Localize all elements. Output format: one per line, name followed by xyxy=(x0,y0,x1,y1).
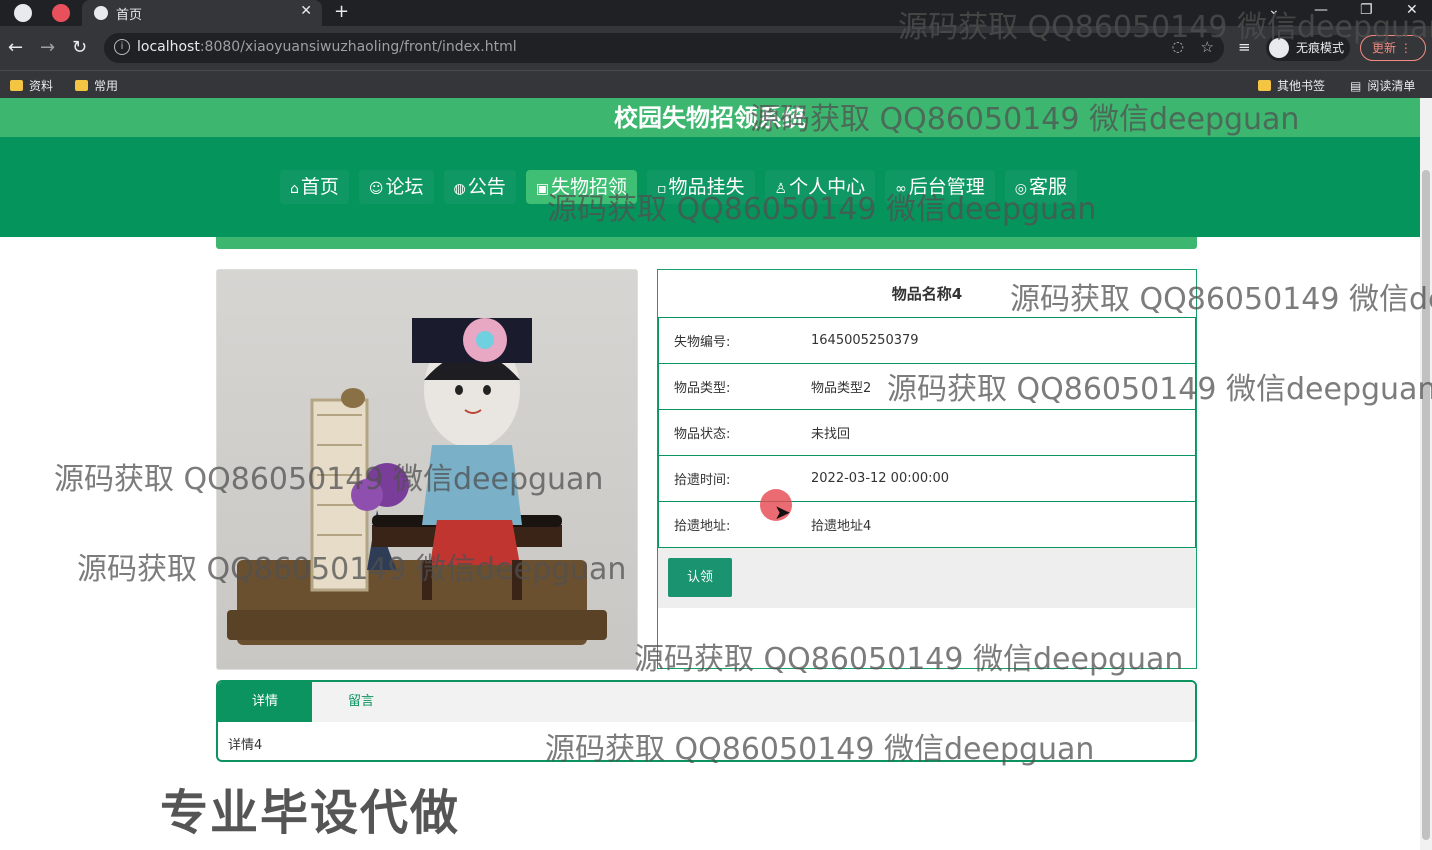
bookmark-label: 其他书签 xyxy=(1277,79,1326,93)
bookmark-label: 阅读清单 xyxy=(1367,79,1416,93)
web-page: 校园失物招领系统 ⌂ 首页 ☺ 论坛 ◍ 公告 ▣ 失物招领 ▫ 物品挂失 ♙ 个人中心 ∞… xyxy=(0,98,1420,850)
url-bar[interactable]: i localhost:8080/xiaoyuansiwuzhaoling/fr… xyxy=(104,33,1224,63)
row-value: 2022-03-12 00:00:00 xyxy=(811,471,950,486)
browser-tab[interactable]: 首页 ✕ xyxy=(82,0,322,26)
item-photo-figurine xyxy=(227,318,607,645)
home-icon: ⌂ xyxy=(290,181,299,197)
row-value: 物品类型2 xyxy=(811,381,872,396)
banner-strip xyxy=(216,237,1197,249)
nav-label: 论坛 xyxy=(385,176,424,198)
row-label: 拾遗时间: xyxy=(674,473,731,488)
row-label: 物品状态: xyxy=(674,427,731,442)
info-icon[interactable]: i xyxy=(114,39,130,55)
bookmark-label: 常用 xyxy=(94,79,119,93)
page-scrollbar[interactable] xyxy=(1420,98,1432,850)
item-detail-card: 物品名称4 失物编号: 1645005250379 物品类型: 物品类型2 物品状态… xyxy=(657,269,1197,669)
nav-label: 失物招领 xyxy=(551,176,628,198)
folder-icon xyxy=(75,80,88,91)
url-text[interactable]: localhost:8080/xiaoyuansiwuzhaoling/fron… xyxy=(137,39,517,55)
star-icon[interactable]: ☆ xyxy=(1201,38,1214,56)
scrollbar-thumb[interactable] xyxy=(1422,170,1430,840)
nav-report-lost[interactable]: ▫ 物品挂失 xyxy=(647,170,755,204)
detail-tabs: 详情 留言 详情4 xyxy=(216,680,1197,762)
nav-home[interactable]: ⌂ 首页 xyxy=(280,170,349,204)
reload-icon[interactable]: ↻ xyxy=(72,37,87,58)
watermark-big: 专业毕设代做 xyxy=(160,785,461,841)
row-label: 失物编号: xyxy=(674,335,731,350)
row-value: 拾遗地址4 xyxy=(811,519,872,534)
cursor-icon: ➤ xyxy=(774,500,791,524)
tag-icon: ▫ xyxy=(657,181,667,197)
tabs-header: 详情 留言 xyxy=(218,682,1195,722)
tab-detail[interactable]: 详情 xyxy=(218,682,312,722)
update-label: 更新 xyxy=(1372,41,1397,55)
bookmark-folder[interactable]: 资料 xyxy=(10,77,53,94)
nav-label: 后台管理 xyxy=(908,176,985,198)
folder-icon xyxy=(1258,80,1271,91)
user-icon: ♙ xyxy=(774,181,788,197)
detail-row: 拾遗时间: 2022-03-12 00:00:00 xyxy=(658,455,1196,502)
reading-list[interactable]: ▤ 阅读清单 xyxy=(1350,77,1415,94)
claim-button[interactable]: 认领 xyxy=(668,558,732,597)
nav-forum[interactable]: ☺ 论坛 xyxy=(358,170,434,204)
detail-row: 物品类型: 物品类型2 xyxy=(658,363,1196,410)
reading-list-icon: ▤ xyxy=(1350,78,1362,93)
nav-label: 物品挂失 xyxy=(668,176,745,198)
item-image xyxy=(216,269,638,670)
main-nav: ⌂ 首页 ☺ 论坛 ◍ 公告 ▣ 失物招领 ▫ 物品挂失 ♙ 个人中心 ∞ 后台管理 ◎ 客服 xyxy=(0,137,1420,237)
nav-label: 公告 xyxy=(467,176,506,198)
close-icon[interactable]: ✕ xyxy=(300,3,312,19)
bookmarks-bar: 资料 常用 其他书签 ▤ 阅读清单 xyxy=(0,70,1432,98)
globe-icon[interactable] xyxy=(14,4,32,22)
address-toolbar: ← → ↻ i localhost:8080/xiaoyuansiwuzhaol… xyxy=(0,26,1432,70)
chat-icon: ◎ xyxy=(1014,181,1028,197)
chevron-down-icon[interactable]: ⌄ xyxy=(1268,2,1280,18)
detail-row: 失物编号: 1645005250379 xyxy=(658,317,1196,364)
nav-support[interactable]: ◎ 客服 xyxy=(1004,170,1078,204)
nav-notice[interactable]: ◍ 公告 xyxy=(443,170,516,204)
incognito-icon xyxy=(1269,38,1289,58)
site-title: 校园失物招领系统 xyxy=(0,98,1420,137)
bookmark-label: 资料 xyxy=(29,79,54,93)
bookmark-folder[interactable]: 常用 xyxy=(75,77,118,94)
browser-tab-bar: 首页 ✕ + ⌄ — ❐ ✕ xyxy=(0,0,1432,26)
eye-off-icon[interactable]: ◌ xyxy=(1172,39,1184,55)
new-tab-icon[interactable]: + xyxy=(334,1,349,22)
smile-icon: ☺ xyxy=(368,181,384,197)
globe-icon: ◍ xyxy=(453,181,466,197)
incognito-badge[interactable]: 无痕模式 xyxy=(1266,35,1350,61)
detail-row: 物品状态: 未找回 xyxy=(658,409,1196,456)
other-bookmarks[interactable]: 其他书签 xyxy=(1258,77,1325,94)
forward-icon[interactable]: → xyxy=(40,37,55,58)
app-icon[interactable] xyxy=(52,4,70,22)
nav-admin[interactable]: ∞ 后台管理 xyxy=(885,170,995,204)
restore-icon[interactable]: ❐ xyxy=(1360,2,1373,18)
nav-lost-found[interactable]: ▣ 失物招领 xyxy=(525,170,638,204)
row-label: 物品类型: xyxy=(674,381,731,396)
nav-label: 个人中心 xyxy=(789,176,866,198)
row-value: 1645005250379 xyxy=(811,333,919,348)
row-value: 未找回 xyxy=(811,427,851,442)
back-icon[interactable]: ← xyxy=(8,37,23,58)
detail-row: 拾遗地址: 拾遗地址4 xyxy=(658,501,1196,548)
reading-list-icon[interactable]: ≡ xyxy=(1238,38,1251,56)
box-icon: ▣ xyxy=(535,181,549,197)
tab-content: 详情4 xyxy=(228,738,263,753)
incognito-label: 无痕模式 xyxy=(1296,41,1345,55)
link-icon: ∞ xyxy=(895,181,907,197)
close-window-icon[interactable]: ✕ xyxy=(1406,2,1418,18)
tab-title: 首页 xyxy=(116,8,143,23)
action-area: 认领 xyxy=(658,548,1196,608)
nav-user-center[interactable]: ♙ 个人中心 xyxy=(764,170,876,204)
folder-icon xyxy=(10,80,23,91)
nav-label: 首页 xyxy=(300,176,339,198)
tab-comments[interactable]: 留言 xyxy=(314,682,408,722)
minimize-icon[interactable]: — xyxy=(1314,2,1328,18)
update-button[interactable]: 更新 ⋮ xyxy=(1360,35,1426,61)
nav-label: 客服 xyxy=(1029,176,1068,198)
item-name: 物品名称4 xyxy=(891,285,963,303)
globe-icon xyxy=(94,6,108,20)
